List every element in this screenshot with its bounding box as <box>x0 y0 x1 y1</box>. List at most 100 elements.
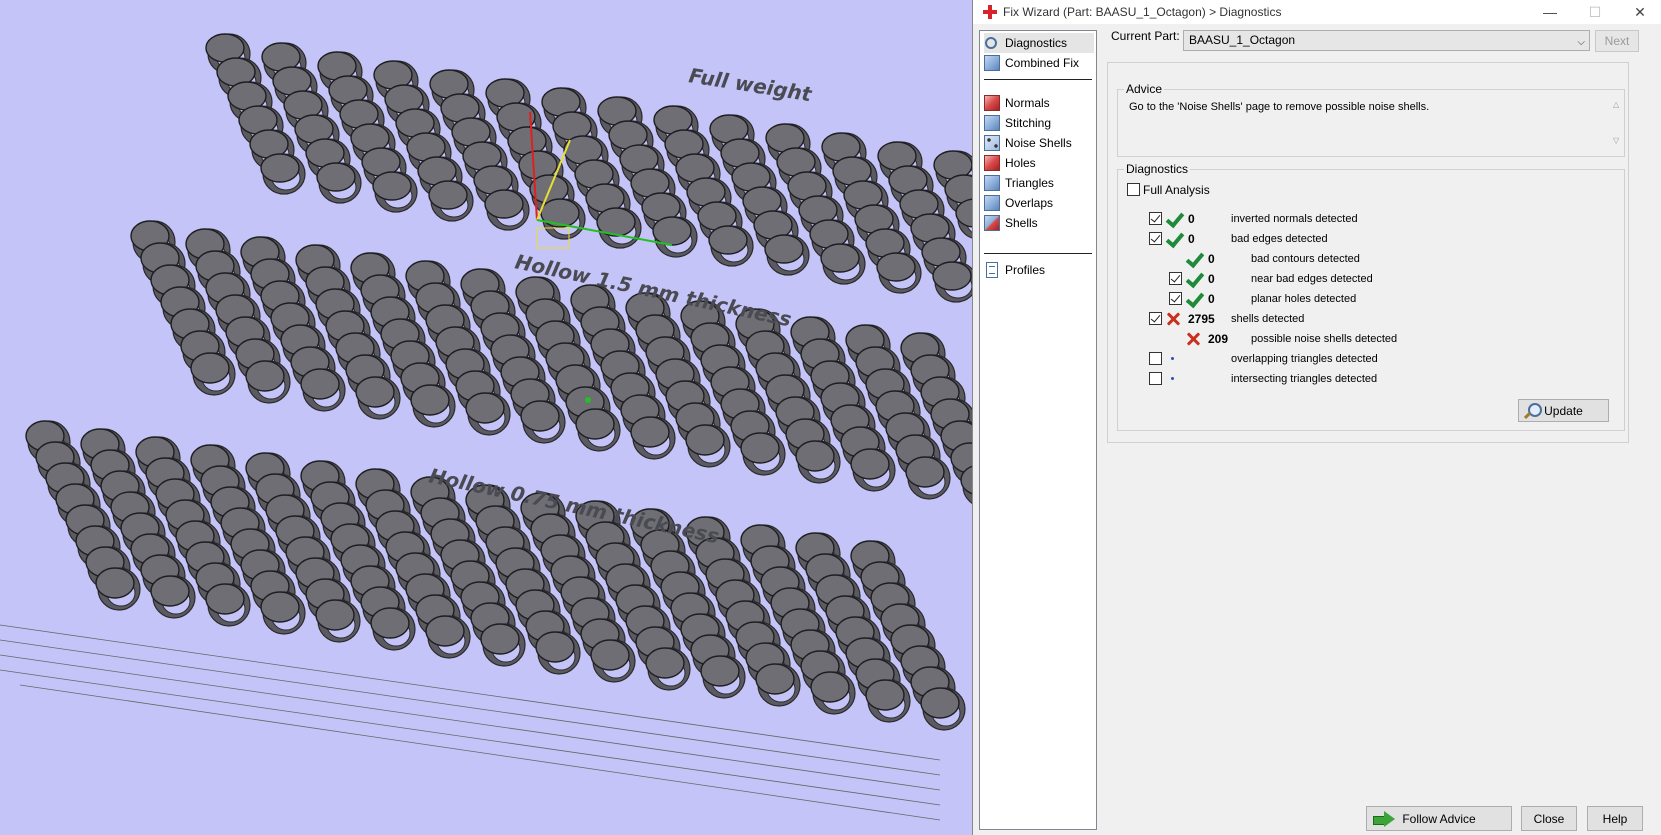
bad-edges-checkbox[interactable] <box>1149 232 1162 245</box>
nav-label: Noise Shells <box>1005 136 1072 150</box>
error-x-icon <box>1165 311 1181 327</box>
chevron-down-icon: ⌵ <box>1577 37 1585 48</box>
help-button[interactable]: Help <box>1587 806 1643 831</box>
bad-edges-label: bad edges detected <box>1231 233 1328 245</box>
nav-item-combined-fix[interactable]: Combined Fix <box>984 53 1094 73</box>
nav-item-diagnostics[interactable]: Diagnostics <box>984 33 1094 53</box>
overlapping-triangles-checkbox[interactable] <box>1149 352 1162 365</box>
ring-model <box>260 591 306 635</box>
update-button-label: Update <box>1544 403 1583 418</box>
ring-model <box>740 432 786 476</box>
nav-item-overlaps[interactable]: Overlaps <box>984 193 1094 213</box>
near-bad-edges-checkbox[interactable] <box>1169 272 1182 285</box>
cube-icon <box>984 175 1000 191</box>
maximize-button[interactable]: ☐ <box>1573 0 1617 24</box>
bad-contours-label: bad contours detected <box>1251 253 1360 265</box>
scroll-up-icon[interactable]: △ <box>1613 100 1619 109</box>
ring-model <box>820 243 866 285</box>
cube-mixed-icon <box>984 215 1000 231</box>
ring-model <box>410 384 456 428</box>
document-icon <box>986 262 998 278</box>
check-icon <box>1185 291 1201 307</box>
planar-holes-count: 0 <box>1208 292 1215 306</box>
ring-model <box>316 162 362 204</box>
ring-model <box>425 615 471 659</box>
pending-dot-icon <box>1165 371 1181 387</box>
current-part-select[interactable]: BAASU_1_Octagon ⌵ <box>1183 30 1590 51</box>
ring-model <box>480 623 526 667</box>
ring-model <box>590 639 636 683</box>
ring-model <box>920 687 966 731</box>
update-button[interactable]: Update <box>1518 399 1609 422</box>
check-icon <box>1165 231 1181 247</box>
nav-item-stitching[interactable]: Stitching <box>984 113 1094 133</box>
ring-model <box>540 198 586 240</box>
3d-viewport[interactable]: Full weight Hollow 1.5 mm thickness Holl… <box>0 0 972 835</box>
nav-label: Profiles <box>1005 263 1046 277</box>
ring-model <box>260 153 306 195</box>
ring-model <box>596 207 642 249</box>
ring-model <box>905 456 951 500</box>
ring-model <box>150 575 196 619</box>
check-icon <box>1165 211 1181 227</box>
green-arrow-icon <box>1373 811 1397 827</box>
ring-model <box>370 607 416 651</box>
cube-red-icon <box>984 155 1000 171</box>
advice-scrollbar[interactable]: △ ▽ <box>1611 100 1623 148</box>
ring-model <box>932 261 972 303</box>
nav-item-profiles[interactable]: Profiles <box>984 260 1094 280</box>
current-part-value: BAASU_1_Octagon <box>1189 33 1296 47</box>
advice-text: Go to the 'Noise Shells' page to remove … <box>1129 101 1430 113</box>
next-button[interactable]: Next <box>1595 30 1639 52</box>
viewport-canvas[interactable]: Full weight Hollow 1.5 mm thickness Holl… <box>0 0 972 835</box>
nav-divider <box>984 253 1092 254</box>
nav-label: Overlaps <box>1005 196 1054 210</box>
ring-model <box>700 655 746 699</box>
magnifier-icon <box>1523 402 1542 420</box>
bad-contours-count: 0 <box>1208 252 1215 266</box>
scroll-down-icon[interactable]: ▽ <box>1613 136 1619 145</box>
error-x-icon <box>1185 331 1201 347</box>
nav-item-normals[interactable]: Normals <box>984 93 1094 113</box>
overlapping-triangles-label: overlapping triangles detected <box>1231 353 1378 365</box>
noise-shells-label: possible noise shells detected <box>1251 333 1398 345</box>
full-analysis-label: Full Analysis <box>1143 183 1210 197</box>
planar-holes-checkbox[interactable] <box>1169 292 1182 305</box>
ring-model <box>355 376 401 420</box>
ring-model <box>645 647 691 691</box>
minimize-button[interactable]: — <box>1528 0 1572 24</box>
advice-title: Advice <box>1124 82 1165 96</box>
diagnostics-title: Diagnostics <box>1124 162 1191 176</box>
intersecting-triangles-label: intersecting triangles detected <box>1231 373 1378 385</box>
ring-model <box>245 360 291 404</box>
inverted-normals-checkbox[interactable] <box>1149 212 1162 225</box>
nav-item-holes[interactable]: Holes <box>984 153 1094 173</box>
title-bar[interactable]: Fix Wizard (Part: BAASU_1_Octagon) > Dia… <box>973 0 1661 24</box>
nav-item-noise-shells[interactable]: Noise Shells <box>984 133 1094 153</box>
nav-label: Diagnostics <box>1005 36 1068 50</box>
current-part-label: Current Part: <box>1111 29 1180 43</box>
pending-dot-icon <box>1165 351 1181 367</box>
ring-model <box>535 631 581 675</box>
near-bad-edges-count: 0 <box>1208 272 1215 286</box>
cube-red-icon <box>984 95 1000 111</box>
follow-advice-button[interactable]: Follow Advice <box>1366 806 1512 831</box>
ring-model <box>520 400 566 444</box>
shells-checkbox[interactable] <box>1149 312 1162 325</box>
bad-edges-count: 0 <box>1188 232 1195 246</box>
ring-model <box>315 599 361 643</box>
nav-label: Stitching <box>1005 116 1052 130</box>
shells-count: 2795 <box>1188 312 1215 326</box>
cube-dots-icon <box>984 135 1000 151</box>
shells-label: shells detected <box>1231 313 1305 325</box>
nav-item-triangles[interactable]: Triangles <box>984 173 1094 193</box>
label-full-weight: Full weight <box>687 63 814 106</box>
intersecting-triangles-checkbox[interactable] <box>1149 372 1162 385</box>
nav-item-shells[interactable]: Shells <box>984 213 1094 233</box>
ring-model <box>300 368 346 412</box>
close-window-button[interactable]: ✕ <box>1618 0 1661 24</box>
pivot-point <box>585 397 591 403</box>
nav-label: Holes <box>1005 156 1036 170</box>
full-analysis-checkbox[interactable] <box>1127 183 1140 196</box>
close-button[interactable]: Close <box>1521 806 1577 831</box>
